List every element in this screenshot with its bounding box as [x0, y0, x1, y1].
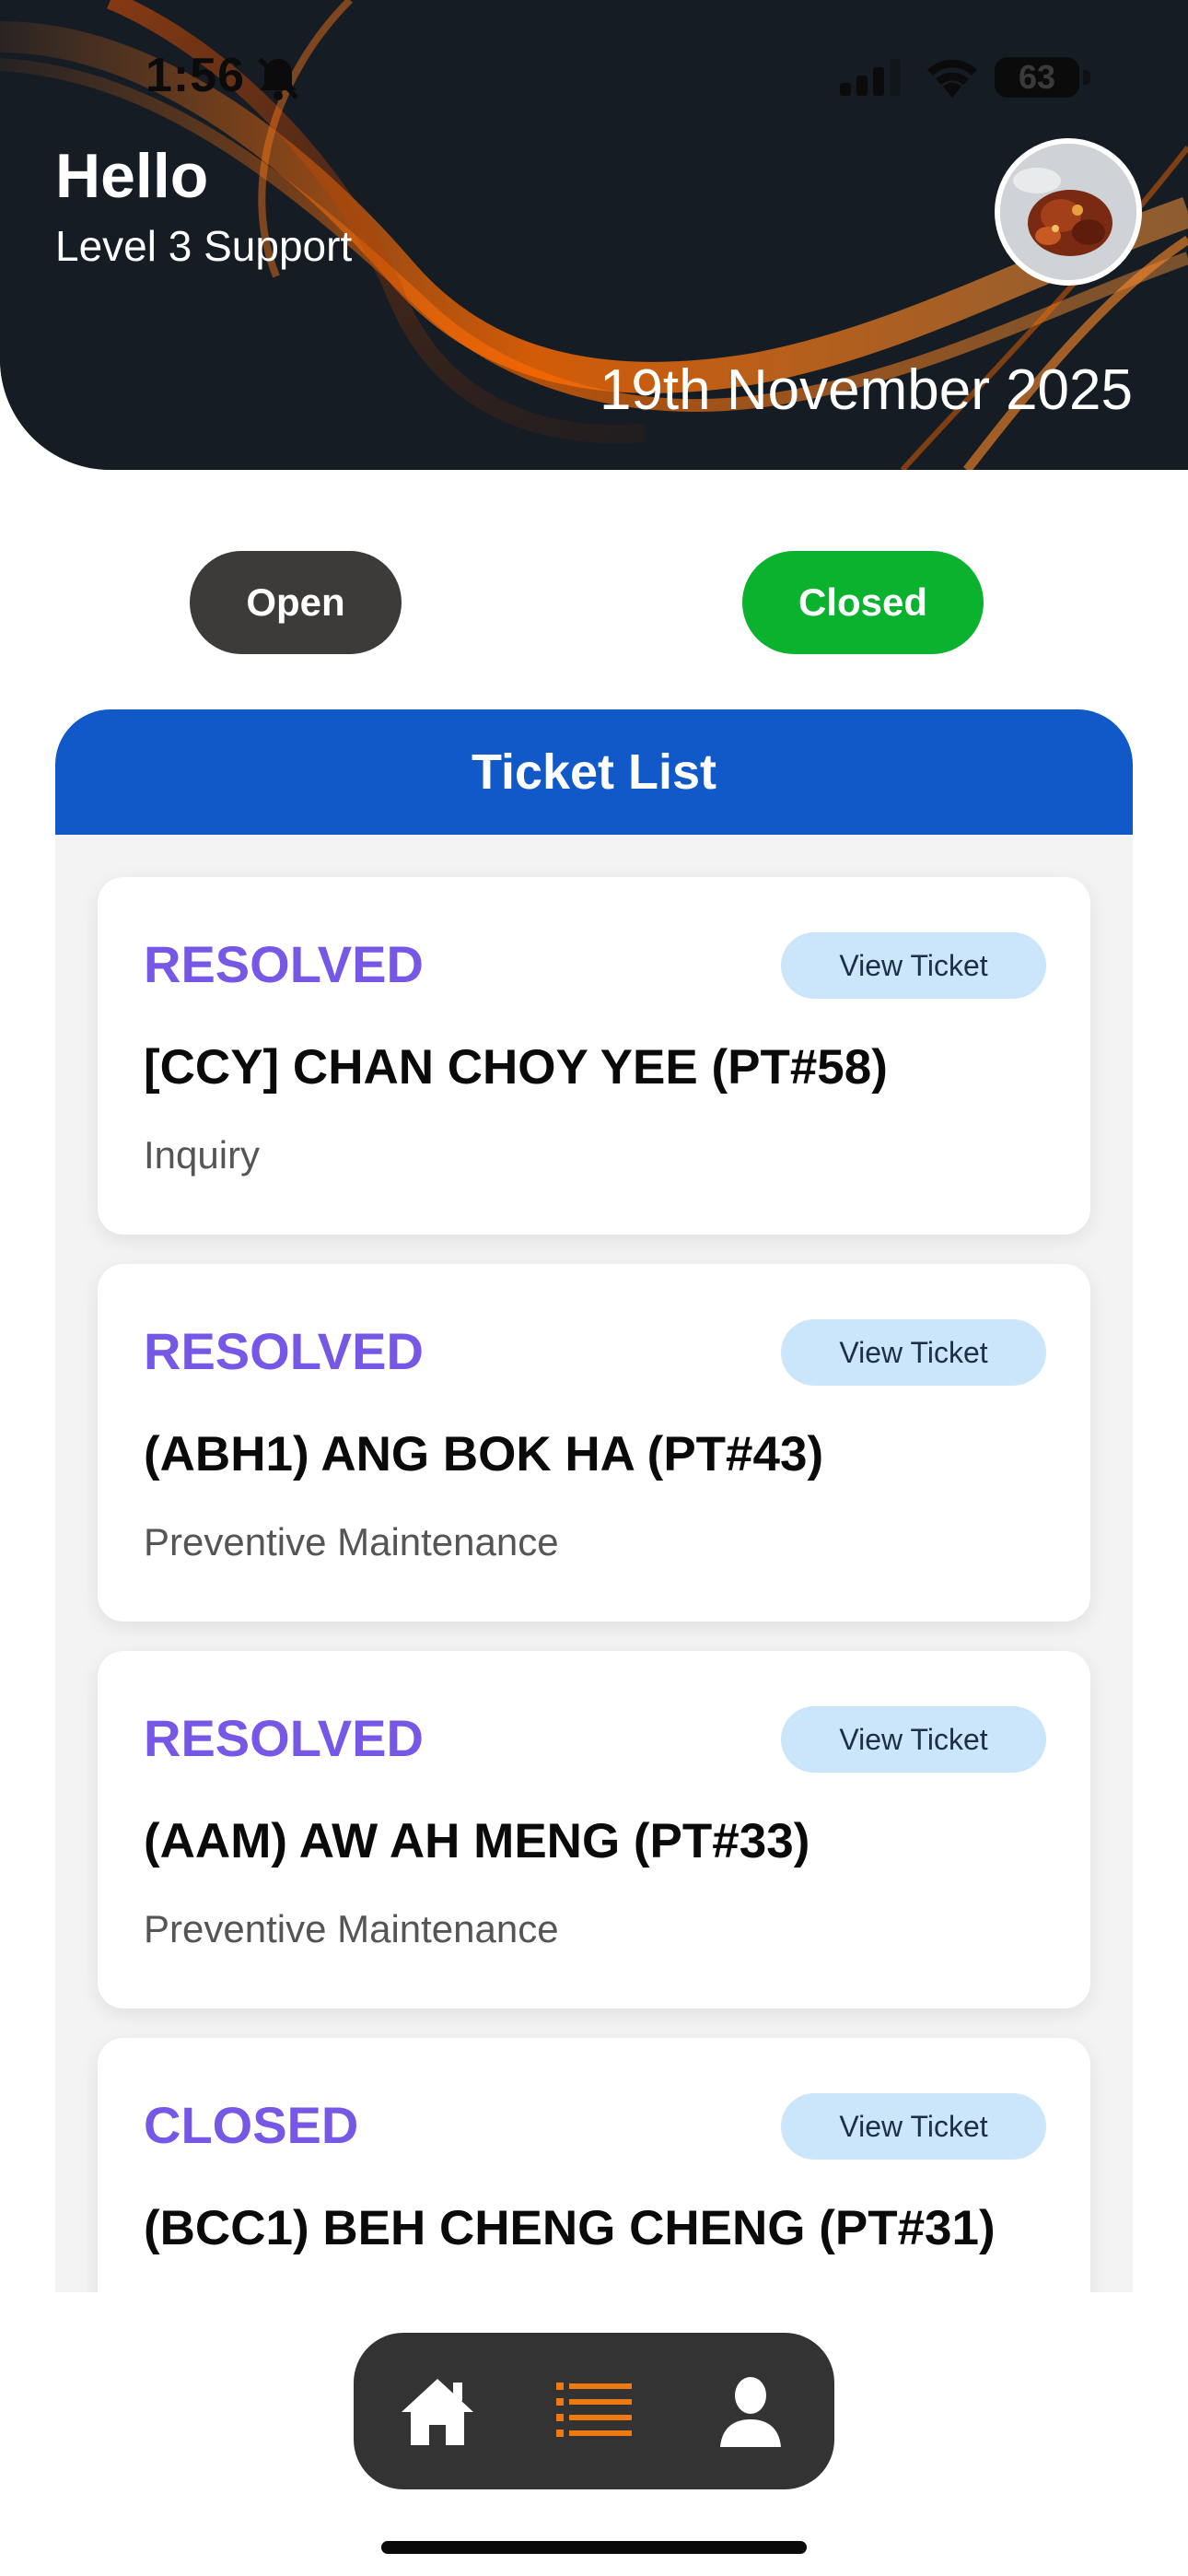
battery-tip [1083, 70, 1090, 85]
wifi-icon [927, 59, 977, 98]
open-filter-button[interactable]: Open [190, 551, 402, 654]
ticket-card[interactable]: RESOLVED View Ticket (ABH1) ANG BOK HA (… [98, 1264, 1090, 1622]
current-date: 19th November 2025 [599, 358, 1133, 422]
ticket-status: RESOLVED [144, 935, 424, 993]
ticket-status: RESOLVED [144, 1322, 424, 1380]
battery-icon: 63 [995, 57, 1079, 98]
ticket-type: Inquiry [144, 1133, 261, 1177]
greeting-text: Hello [55, 141, 209, 211]
ticket-card[interactable]: CLOSED View Ticket (BCC1) BEH CHENG CHEN… [98, 2038, 1090, 2292]
bottom-navigation [354, 2333, 834, 2489]
avatar[interactable] [995, 138, 1142, 286]
ticket-type: Preventive Maintenance [144, 1907, 559, 1950]
ticket-card[interactable]: RESOLVED View Ticket (AAM) AW AH MENG (P… [98, 1651, 1090, 2008]
ticket-title: (BCC1) BEH CHENG CHENG (PT#31) [144, 2201, 996, 2255]
ticket-status: RESOLVED [144, 1709, 424, 1767]
view-ticket-button[interactable]: View Ticket [781, 2093, 1046, 2160]
profile-icon[interactable] [709, 2370, 792, 2453]
ticket-title: [CCY] CHAN CHOY YEE (PT#58) [144, 1040, 888, 1095]
ticket-status: CLOSED [144, 2096, 359, 2154]
ticket-title: (AAM) AW AH MENG (PT#33) [144, 1814, 810, 1868]
ticket-list-panel[interactable]: Ticket List RESOLVED View Ticket [CCY] C… [55, 709, 1133, 2292]
ticket-card[interactable]: RESOLVED View Ticket [CCY] CHAN CHOY YEE… [98, 877, 1090, 1235]
ticket-cards: RESOLVED View Ticket [CCY] CHAN CHOY YEE… [98, 877, 1090, 2292]
view-ticket-button[interactable]: View Ticket [781, 1706, 1046, 1773]
avatar-image [1000, 144, 1136, 280]
cellular-signal-icon [840, 59, 901, 96]
view-ticket-button[interactable]: View Ticket [781, 1319, 1046, 1386]
ticket-type: Preventive Maintenance [144, 1520, 559, 1563]
closed-filter-button[interactable]: Closed [742, 551, 984, 654]
view-ticket-button[interactable]: View Ticket [781, 932, 1046, 999]
home-indicator [381, 2541, 807, 2554]
home-icon[interactable] [396, 2370, 479, 2453]
header-banner: 1:56 63 Hello Level 3 Support 19th Novem… [0, 0, 1188, 470]
user-role: Level 3 Support [55, 222, 353, 270]
bell-slash-icon [258, 57, 298, 100]
ticket-title: (ABH1) ANG BOK HA (PT#43) [144, 1427, 824, 1481]
list-icon[interactable] [553, 2370, 635, 2453]
ticket-list-title: Ticket List [55, 709, 1133, 835]
status-bar-time: 1:56 [146, 49, 246, 102]
